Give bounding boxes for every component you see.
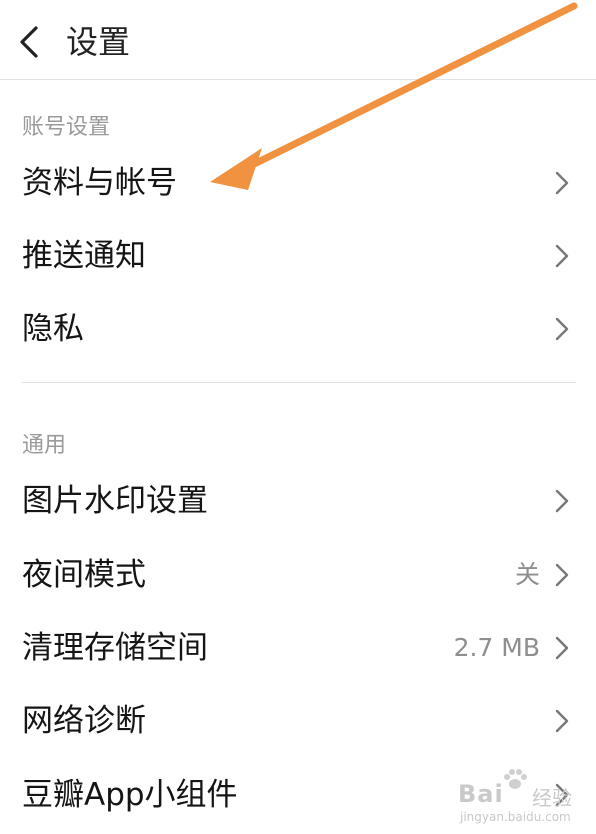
watermark-brand: Bai [458,780,504,808]
watermark-url: jingyan.baidu.com [460,810,571,824]
chevron-right-icon [555,563,569,587]
top-bar: 设置 [0,0,596,80]
menu-item-label: 豆瓣App小组件 [22,777,238,813]
night-mode-value: 关 [514,560,540,589]
watermark-suffix: 经验 [532,786,572,810]
menu-item-privacy[interactable]: 隐私 [0,296,596,362]
page-title: 设置 [66,23,131,61]
back-arrow-icon[interactable] [14,22,44,62]
menu-item-label: 清理存储空间 [22,630,208,666]
section-title-general: 通用 [22,433,67,458]
baidu-jingyan-watermark: Bai 经验 jingyan.baidu.com [458,769,590,828]
chevron-right-icon [555,171,569,195]
menu-item-label: 夜间模式 [22,557,146,593]
menu-item-network-diagnosis[interactable]: 网络诊断 [0,688,596,754]
menu-item-night-mode[interactable]: 夜间模式 关 [0,542,596,608]
chevron-right-icon [555,244,569,268]
chevron-right-icon [555,317,569,341]
menu-item-image-watermark[interactable]: 图片水印设置 [0,468,596,534]
menu-item-label: 图片水印设置 [22,483,208,519]
menu-item-clear-storage[interactable]: 清理存储空间 2.7 MB [0,615,596,681]
storage-size-value: 2.7 MB [453,633,540,662]
menu-item-label: 资料与帐号 [22,165,177,201]
menu-item-label: 隐私 [22,311,84,347]
paw-logo-icon [504,769,527,789]
menu-item-label: 网络诊断 [22,703,146,739]
chevron-right-icon [555,489,569,513]
menu-item-push-notifications[interactable]: 推送通知 [0,223,596,289]
chevron-right-icon [555,709,569,733]
menu-item-label: 推送通知 [22,238,146,274]
chevron-right-icon [555,636,569,660]
menu-item-profile-account[interactable]: 资料与帐号 [0,150,596,216]
section-title-account: 账号设置 [22,115,111,140]
section-divider [22,382,576,383]
